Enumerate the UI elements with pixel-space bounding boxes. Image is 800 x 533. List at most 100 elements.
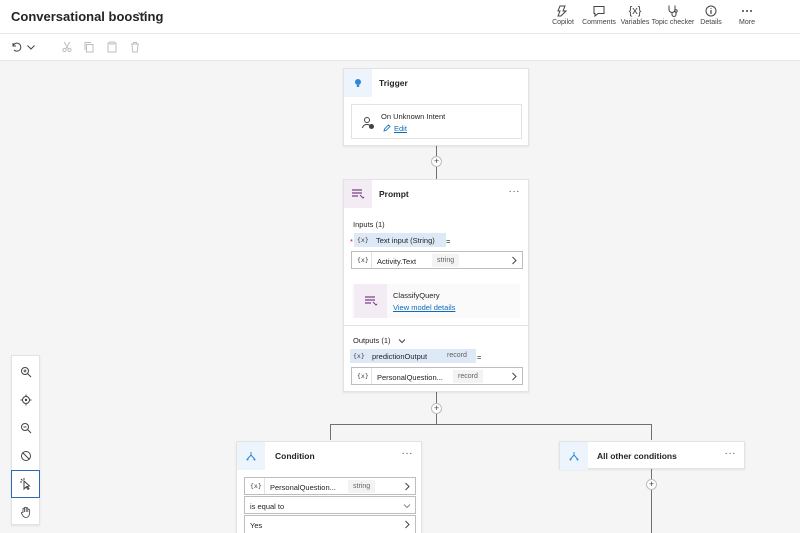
prompt-node-header: Prompt ··· [344, 180, 528, 208]
info-icon [705, 5, 717, 17]
variable-icon: {x} [357, 372, 369, 380]
output-variable-name: predictionOutput [372, 352, 428, 361]
chevron-right-icon[interactable] [403, 520, 411, 529]
condition-node-header: Condition ··· [237, 442, 421, 470]
editor-toolbar [0, 34, 800, 61]
variable-icon: {x} [353, 352, 365, 360]
variable-icon: {x} [357, 236, 369, 244]
view-model-details-link[interactable]: View model details [393, 303, 455, 312]
condition-value-field[interactable]: Yes [244, 515, 416, 533]
output-value-field[interactable]: {x} PersonalQuestion... record [351, 367, 523, 385]
output-variable-chip: {x} predictionOutput record [350, 349, 476, 363]
model-name: ClassifyQuery [393, 291, 440, 300]
condition-variable-field[interactable]: {x} PersonalQuestion... string [244, 477, 416, 495]
input-variable-name: Text input (String) [376, 236, 435, 245]
trigger-card[interactable]: On Unknown Intent Edit [351, 104, 522, 139]
undo-icon[interactable] [10, 41, 22, 53]
stethoscope-icon [668, 5, 678, 17]
connector-line [330, 424, 331, 440]
cut-icon[interactable] [61, 41, 73, 53]
branch-icon [237, 442, 265, 470]
trigger-intent: On Unknown Intent [381, 112, 446, 121]
canvas-tools [11, 355, 40, 525]
branch-icon [560, 442, 588, 470]
pan-tool-button[interactable] [12, 498, 39, 526]
trigger-edit-link[interactable]: Edit [394, 124, 407, 133]
minimap-toggle-button[interactable] [12, 442, 39, 470]
output-value: PersonalQuestion... [377, 373, 443, 382]
connector-line [330, 424, 652, 425]
comment-icon [593, 6, 605, 18]
input-value-field[interactable]: {x} Activity.Text string [351, 251, 523, 269]
section-divider [344, 325, 528, 326]
add-node-button[interactable]: + [431, 403, 442, 414]
input-type-badge: string [432, 254, 460, 267]
zoom-out-icon [20, 423, 31, 434]
condition-operator-select[interactable]: is equal to [244, 496, 416, 514]
add-node-button[interactable]: + [431, 156, 442, 167]
variable-icon: {x} [250, 482, 262, 490]
variable-icon: {x} [357, 256, 369, 264]
other-conditions-node[interactable]: All other conditions ··· [559, 441, 745, 470]
other-conditions-title: All other conditions [597, 451, 677, 461]
output-type-badge: record [453, 370, 483, 383]
target-icon [20, 394, 31, 406]
prompt-more-button[interactable]: ··· [509, 186, 521, 197]
connector-line [651, 424, 652, 440]
person-question-icon [362, 117, 374, 129]
paste-icon[interactable] [106, 41, 118, 53]
model-card[interactable]: ClassifyQuery View model details [352, 284, 520, 318]
topic-header: Conversational boosting Copilot Comments… [0, 0, 800, 34]
field-divider [371, 252, 372, 268]
copilot-icon [557, 5, 568, 17]
chevron-down-icon[interactable] [25, 41, 37, 53]
more-button[interactable]: More [722, 4, 772, 32]
required-mark: * [350, 237, 353, 246]
chevron-right-icon[interactable] [403, 482, 411, 491]
condition-node[interactable]: Condition ··· {x} PersonalQuestion... st… [236, 441, 422, 533]
zoom-in-button[interactable] [12, 358, 39, 386]
equals-sign: = [477, 353, 482, 362]
copy-icon[interactable] [83, 41, 95, 53]
input-value: Activity.Text [377, 257, 417, 266]
pencil-icon [383, 124, 391, 132]
other-conditions-header: All other conditions ··· [560, 442, 744, 470]
more-icon [742, 10, 752, 12]
condition-operator: is equal to [250, 502, 285, 511]
chevron-right-icon[interactable] [510, 256, 518, 265]
field-divider [264, 478, 265, 494]
condition-type-badge: string [348, 480, 376, 493]
inputs-label: Inputs (1) [353, 220, 385, 229]
prompt-title: Prompt [379, 189, 409, 199]
map-off-icon [20, 451, 31, 461]
field-divider [371, 368, 372, 384]
prompt-node[interactable]: Prompt ··· Inputs (1) * {x} Text input (… [343, 179, 529, 392]
zoom-in-icon [20, 367, 31, 378]
prompt-model-icon [354, 284, 387, 318]
condition-variable: PersonalQuestion... [270, 483, 336, 492]
prompt-icon [344, 180, 372, 208]
more-label: More [739, 19, 755, 26]
zoom-out-button[interactable] [12, 414, 39, 442]
chevron-right-icon[interactable] [510, 372, 518, 381]
delete-icon[interactable] [129, 41, 141, 53]
lightbulb-icon [344, 69, 372, 97]
input-variable-chip: {x} Text input (String) [354, 233, 446, 247]
other-conditions-more-button[interactable]: ··· [725, 448, 737, 459]
recenter-button[interactable] [12, 386, 39, 414]
output-variable-type: record [447, 352, 467, 359]
authoring-canvas[interactable]: + + + Trigger On Unknown Intent Edit Pro… [0, 61, 800, 533]
chevron-down-icon[interactable] [403, 502, 411, 510]
condition-more-button[interactable]: ··· [402, 448, 414, 459]
chevron-down-icon[interactable] [398, 337, 406, 345]
trigger-node[interactable]: Trigger On Unknown Intent Edit [343, 68, 529, 146]
outputs-label: Outputs (1) [353, 336, 391, 345]
select-tool-button[interactable] [11, 470, 40, 498]
condition-title: Condition [275, 451, 315, 461]
hand-icon [20, 506, 30, 518]
trigger-title: Trigger [379, 78, 408, 88]
select-cursor-icon [19, 478, 31, 490]
add-node-button[interactable]: + [646, 479, 657, 490]
chevron-down-icon[interactable] [137, 9, 147, 19]
condition-value: Yes [250, 521, 263, 530]
